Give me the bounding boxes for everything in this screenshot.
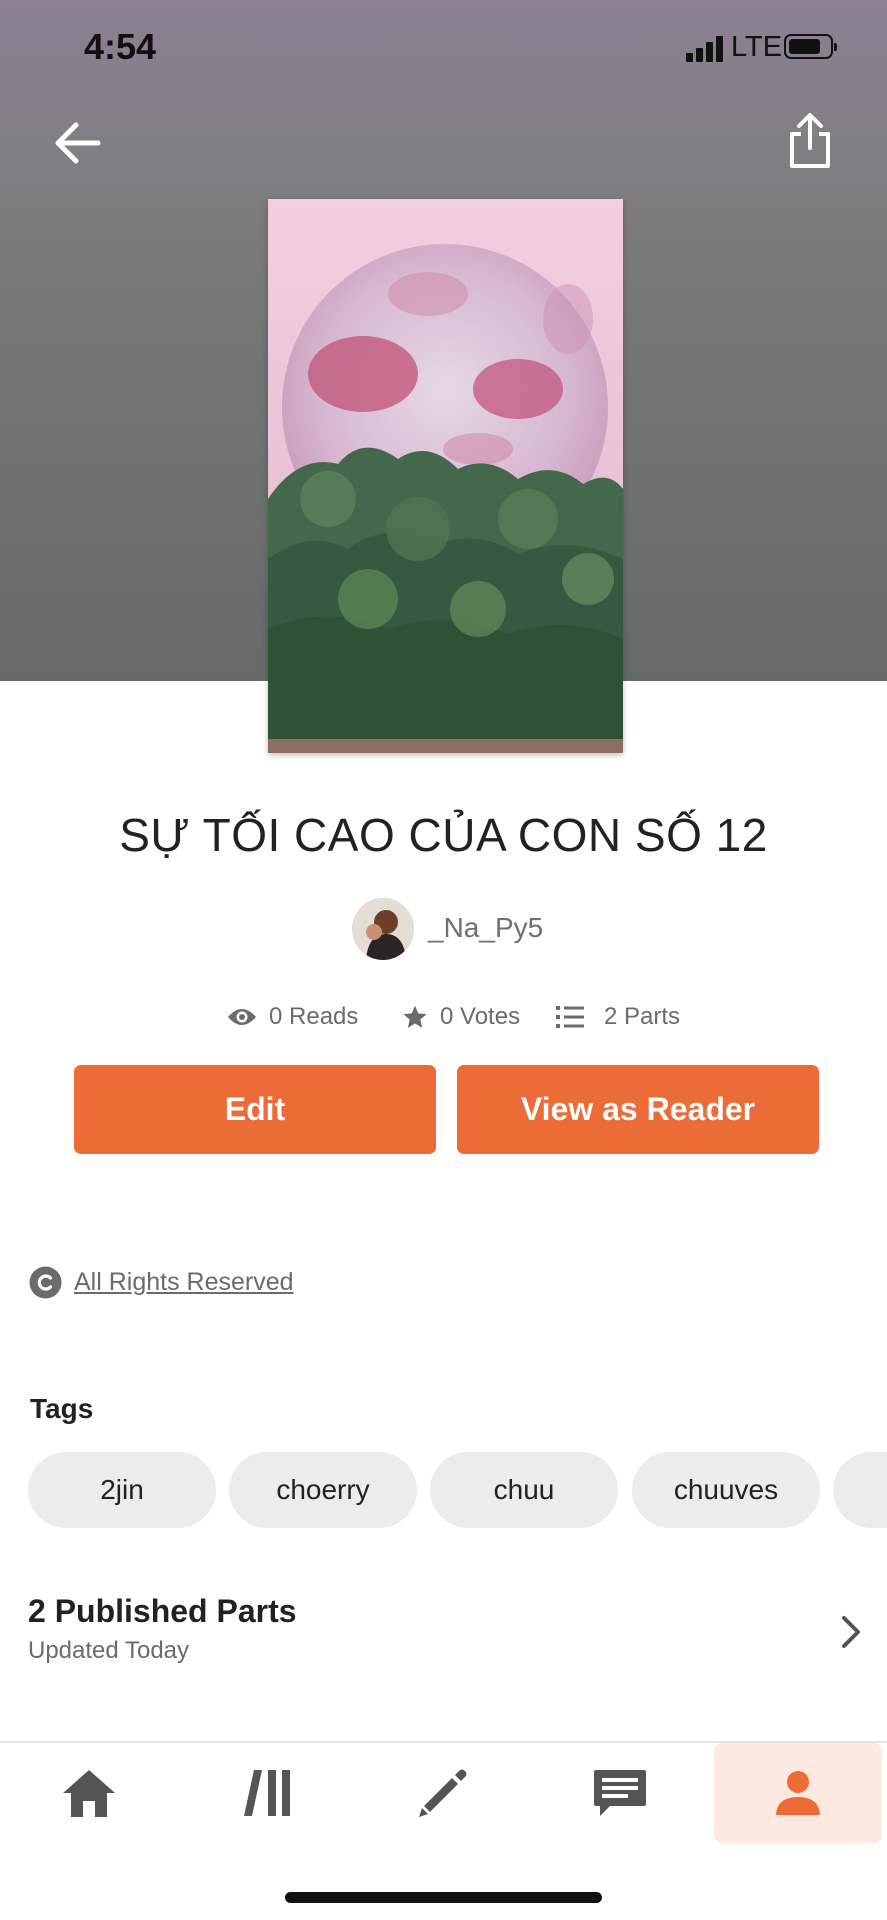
profile-icon xyxy=(776,1771,820,1815)
share-icon xyxy=(790,113,830,168)
library-icon xyxy=(244,1770,290,1816)
parts-stat: 2 Parts xyxy=(556,997,680,1037)
tab-messages[interactable] xyxy=(536,1743,704,1843)
tag-chip-partial[interactable] xyxy=(833,1452,887,1528)
tab-library[interactable] xyxy=(182,1743,350,1843)
tag-chip[interactable]: 2jin xyxy=(28,1452,216,1528)
signal-icon xyxy=(686,34,726,62)
home-indicator xyxy=(285,1892,602,1903)
story-stats: 0 Reads 0 Votes 2 Parts xyxy=(0,997,887,1037)
copyright-icon xyxy=(29,1266,62,1298)
list-icon xyxy=(556,1006,584,1028)
edit-button[interactable]: Edit xyxy=(74,1065,436,1154)
author-name[interactable]: _Na_Py5 xyxy=(428,912,543,944)
tag-chip[interactable]: chuu xyxy=(430,1452,618,1528)
published-parts-title: 2 Published Parts xyxy=(28,1593,297,1629)
messages-icon xyxy=(594,1770,646,1816)
share-button[interactable] xyxy=(784,110,836,172)
pencil-icon xyxy=(419,1769,467,1817)
bottom-tab-bar xyxy=(0,1743,887,1847)
tags-heading: Tags xyxy=(30,1393,94,1424)
status-bar: 4:54 LTE xyxy=(0,0,887,96)
back-button[interactable] xyxy=(50,115,106,171)
published-parts-row[interactable]: 2 Published Parts Updated Today xyxy=(0,1585,887,1675)
tab-profile[interactable] xyxy=(714,1743,882,1843)
status-time: 4:54 xyxy=(84,26,157,67)
votes-label: 0 Votes xyxy=(440,1003,521,1030)
copyright-row[interactable]: All Rights Reserved xyxy=(29,1265,294,1299)
story-cover xyxy=(268,199,623,753)
tags-list[interactable]: 2jin choerry chuu chuuves xyxy=(28,1452,887,1528)
tab-write[interactable] xyxy=(359,1743,527,1843)
star-icon xyxy=(403,1005,427,1028)
network-label: LTE xyxy=(731,31,783,63)
tag-chip[interactable]: choerry xyxy=(229,1452,417,1528)
votes-stat: 0 Votes xyxy=(402,997,520,1037)
battery-icon xyxy=(784,34,837,59)
eye-icon xyxy=(228,1009,256,1025)
tag-chip[interactable]: chuuves xyxy=(632,1452,820,1528)
story-title: SỰ TỐI CAO CỦA CON SỐ 12 xyxy=(119,809,768,861)
reads-stat: 0 Reads xyxy=(227,997,358,1037)
arrow-left-icon xyxy=(55,122,101,164)
published-parts-subtitle: Updated Today xyxy=(28,1637,190,1664)
reads-label: 0 Reads xyxy=(269,1003,359,1030)
tab-home[interactable] xyxy=(5,1743,173,1843)
chevron-right-icon xyxy=(842,1616,860,1648)
avatar[interactable] xyxy=(352,898,414,960)
copyright-link[interactable]: All Rights Reserved xyxy=(74,1268,294,1297)
home-icon xyxy=(63,1770,115,1817)
parts-label: 2 Parts xyxy=(604,1003,681,1030)
author-row[interactable]: _Na_Py5 xyxy=(0,898,887,962)
view-as-reader-button[interactable]: View as Reader xyxy=(457,1065,819,1154)
